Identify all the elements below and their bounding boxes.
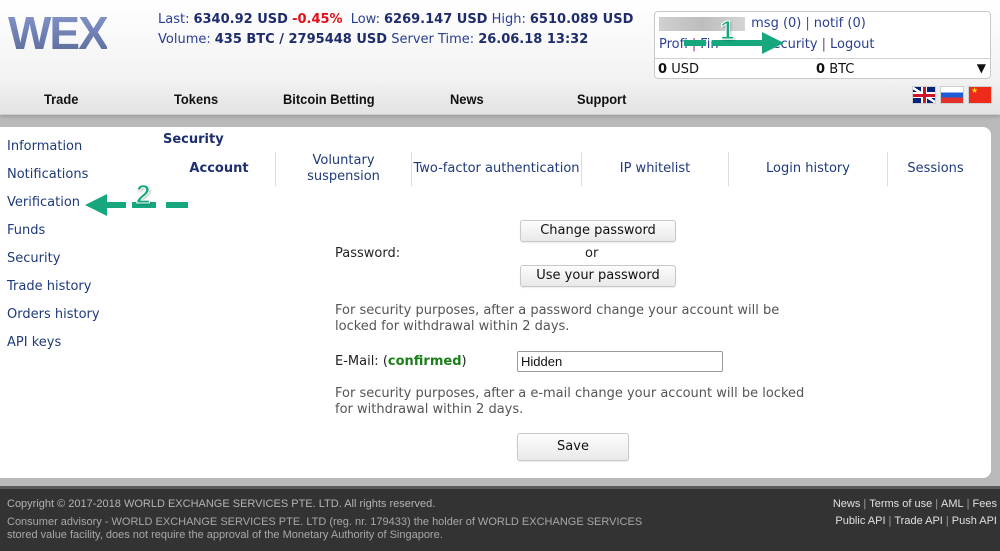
server-time-label: Server Time: — [391, 32, 475, 47]
usd-balance: 0 USD — [658, 62, 699, 77]
last-label: Last: — [158, 12, 190, 27]
footer-link-public-api[interactable]: Public API — [835, 515, 885, 527]
high-value: 6510.089 USD — [529, 12, 634, 27]
tab-sessions[interactable]: Sessions — [887, 152, 983, 186]
section-title: Security — [163, 132, 224, 147]
separator: | — [805, 16, 810, 31]
low-value: 6269.147 USD — [383, 12, 488, 27]
notifications-link[interactable]: notif (0) — [814, 16, 866, 31]
or-text: or — [585, 246, 599, 261]
wex-logo[interactable]: WEX — [8, 10, 109, 56]
footer: Copyright © 2017-2018 WORLD EXCHANGE SER… — [0, 486, 1000, 551]
nav-support[interactable]: Support — [577, 91, 626, 107]
nav-bitcoin-betting[interactable]: Bitcoin Betting — [283, 91, 375, 107]
email-note: For security purposes, after a e-mail ch… — [335, 386, 805, 417]
annotation-dash — [106, 202, 126, 208]
sidebar-item-funds[interactable]: Funds — [7, 223, 100, 251]
high-label: High: — [491, 12, 526, 27]
footer-link-trade-api[interactable]: Trade API — [894, 515, 943, 527]
tab-login-history[interactable]: Login history — [728, 152, 887, 186]
change-password-button[interactable]: Change password — [520, 220, 676, 242]
china-flag-icon[interactable] — [968, 86, 992, 104]
russia-flag-icon[interactable] — [940, 86, 964, 104]
annotation-arrowhead-icon — [85, 194, 107, 216]
footer-link-fees[interactable]: Fees — [973, 498, 997, 510]
sidebar-item-orders-history[interactable]: Orders history — [7, 307, 100, 335]
footer-link-aml[interactable]: AML — [941, 498, 964, 510]
password-note: For security purposes, after a password … — [335, 303, 780, 334]
save-button[interactable]: Save — [517, 433, 629, 461]
tab-voluntary-suspension[interactable]: Voluntary suspension — [275, 152, 411, 186]
password-label: Password: — [335, 246, 401, 261]
sidebar-item-trade-history[interactable]: Trade history — [7, 279, 100, 307]
annotation-arrowhead-icon — [762, 32, 784, 54]
header: WEX Last: 6340.92 USD -0.45% Low: 6269.147… — [0, 0, 1000, 84]
annotation-number-1: 1 — [719, 15, 735, 46]
server-time-value: 26.06.18 13:32 — [478, 32, 589, 47]
email-confirmed-badge: confirmed — [387, 354, 462, 369]
sidebar-item-information[interactable]: Information — [7, 139, 100, 167]
consumer-advisory-text: Consumer advisory - WORLD EXCHANGE SERVI… — [7, 516, 643, 541]
main-nav: Trade Tokens Bitcoin Betting News Suppor… — [0, 84, 1000, 115]
separator: | — [821, 37, 826, 52]
sidebar-item-notifications[interactable]: Notifications — [7, 167, 100, 195]
footer-link-terms[interactable]: Terms of use — [869, 498, 932, 510]
last-value: 6340.92 USD — [193, 12, 288, 27]
tab-account[interactable]: Account — [163, 152, 275, 186]
annotation-number-2: 2 — [135, 179, 151, 210]
balance-dropdown-icon[interactable]: ▼ — [977, 61, 986, 75]
email-field[interactable] — [517, 351, 723, 372]
ticker: Last: 6340.92 USD -0.45% Low: 6269.147 USD… — [158, 10, 633, 50]
footer-links-row1: News | Terms of use | AML | Fees — [832, 498, 997, 510]
annotation-dash — [684, 40, 706, 46]
volume-value: 435 BTC / 2795448 USD — [214, 32, 388, 47]
email-label: E-Mail: (confirmed) — [335, 354, 467, 369]
volume-label: Volume: — [158, 32, 211, 47]
footer-links-row2: Public API | Trade API | Push API — [835, 515, 997, 527]
tab-ip-whitelist[interactable]: IP whitelist — [581, 152, 728, 186]
sidebar-item-api-keys[interactable]: API keys — [7, 335, 100, 363]
balances-bar[interactable]: 0 USD 0 BTC ▼ — [655, 58, 990, 79]
security-tabs: Account Voluntary suspension Two-factor … — [163, 152, 983, 188]
content-panel: Information Notifications Verification F… — [0, 127, 991, 478]
change-value: -0.45% — [292, 12, 343, 27]
annotation-dash — [166, 202, 188, 208]
copyright-text: Copyright © 2017-2018 WORLD EXCHANGE SER… — [7, 498, 436, 510]
footer-link-news[interactable]: News — [833, 498, 861, 510]
nav-news[interactable]: News — [450, 91, 484, 107]
language-flags — [912, 86, 992, 104]
btc-balance: 0 BTC — [816, 62, 855, 77]
low-label: Low: — [350, 12, 380, 27]
logout-link[interactable]: Logout — [830, 37, 875, 52]
uk-flag-icon[interactable] — [912, 86, 936, 104]
sidebar-item-security[interactable]: Security — [7, 251, 100, 279]
nav-tokens[interactable]: Tokens — [174, 91, 218, 107]
messages-link[interactable]: msg (0) — [751, 16, 801, 31]
sidebar: Information Notifications Verification F… — [7, 139, 100, 363]
nav-trade[interactable]: Trade — [44, 91, 78, 107]
footer-link-push-api[interactable]: Push API — [952, 515, 997, 527]
use-your-password-button[interactable]: Use your password — [520, 265, 676, 287]
tab-two-factor-authentication[interactable]: Two-factor authentication — [411, 152, 581, 186]
